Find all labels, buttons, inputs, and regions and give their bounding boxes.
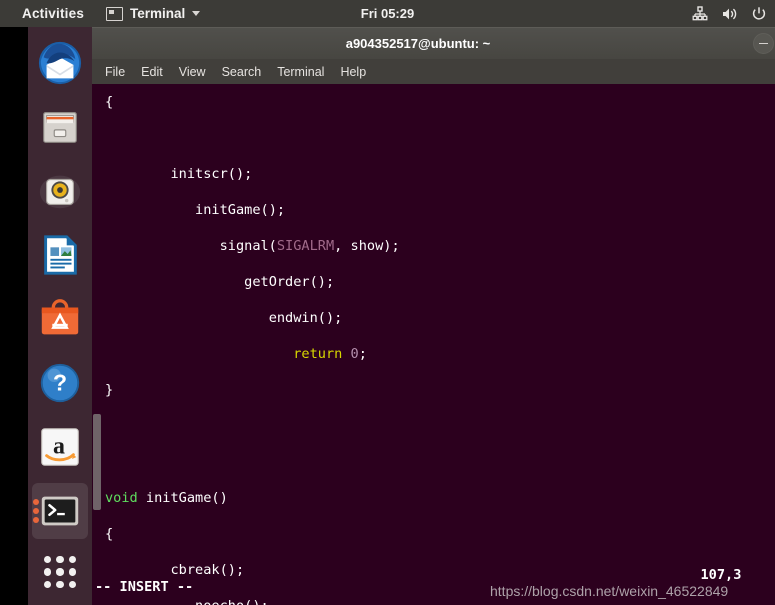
minimize-button[interactable] xyxy=(753,33,774,54)
terminal-line: getOrder(); xyxy=(105,264,775,300)
menu-view[interactable]: View xyxy=(172,62,213,82)
code-token: signal( xyxy=(219,238,277,254)
amazon-icon: a xyxy=(41,428,79,466)
menu-search[interactable]: Search xyxy=(215,62,269,82)
terminal-menu-bar: File Edit View Search Terminal Help xyxy=(92,59,775,84)
dock-item-ubuntu-software[interactable] xyxy=(32,291,88,347)
desktop-screen: Activities Terminal Fri 05:29 ? a a90435… xyxy=(0,0,775,605)
terminal-line: void initGame() xyxy=(105,480,775,516)
svg-text:?: ? xyxy=(53,370,67,396)
terminal-line: { xyxy=(105,84,775,120)
code-token: cbreak(); xyxy=(170,562,245,578)
show-applications-button[interactable] xyxy=(37,549,83,595)
terminal-body: { initscr(); initGame(); signal(SIGALRM,… xyxy=(92,84,775,605)
code-token: SIGALRM xyxy=(276,238,335,254)
vim-editor-text[interactable]: { initscr(); initGame(); signal(SIGALRM,… xyxy=(102,84,775,605)
code-token: endwin(); xyxy=(268,310,343,326)
scrollbar-thumb[interactable] xyxy=(93,414,101,510)
terminal-line: } xyxy=(105,372,775,408)
terminal-line: { xyxy=(105,516,775,552)
dock-item-libreoffice-impress[interactable] xyxy=(32,227,88,283)
dock-item-rhythmbox[interactable] xyxy=(32,163,88,219)
terminal-line: endwin(); xyxy=(105,300,775,336)
window-title-bar[interactable]: a904352517@ubuntu: ~ xyxy=(92,27,775,59)
window-title: a904352517@ubuntu: ~ xyxy=(345,36,491,51)
code-token: noecho(); xyxy=(195,598,269,605)
code-token: return xyxy=(293,346,351,362)
code-token: 0 xyxy=(350,346,359,362)
code-token: { xyxy=(105,94,114,110)
file-cabinet-icon xyxy=(43,112,77,143)
terminal-scrollbar[interactable] xyxy=(92,84,102,605)
dock-item-amazon[interactable]: a xyxy=(32,419,88,475)
dock-left-margin xyxy=(0,27,28,605)
clock-button[interactable]: Fri 05:29 xyxy=(0,6,775,21)
code-token: getOrder(); xyxy=(244,274,335,290)
dock-item-thunderbird[interactable] xyxy=(32,35,88,91)
code-token: initGame(); xyxy=(195,202,286,218)
volume-icon[interactable] xyxy=(721,6,738,22)
svg-text:a: a xyxy=(53,434,65,460)
running-indicator xyxy=(33,499,39,523)
gnome-top-bar: Activities Terminal Fri 05:29 xyxy=(0,0,775,27)
code-token: ; xyxy=(358,346,367,362)
code-token: void xyxy=(105,490,146,506)
system-status-area[interactable] xyxy=(692,0,767,27)
code-token: { xyxy=(105,526,114,542)
terminal-line: signal(SIGALRM, show); xyxy=(105,228,775,264)
vim-cursor-position: 107,3 xyxy=(700,567,742,583)
presentation-icon xyxy=(44,235,77,275)
dock-item-help[interactable]: ? xyxy=(32,355,88,411)
dock-item-terminal[interactable] xyxy=(32,483,88,539)
question-mark-icon: ? xyxy=(40,363,80,403)
menu-help[interactable]: Help xyxy=(333,62,373,82)
ubuntu-dock: ? a xyxy=(28,27,92,605)
menu-edit[interactable]: Edit xyxy=(134,62,170,82)
mail-icon xyxy=(38,41,82,85)
window-controls xyxy=(753,28,775,59)
menu-terminal[interactable]: Terminal xyxy=(270,62,331,82)
terminal-line: initscr(); xyxy=(105,156,775,192)
code-token: initGame() xyxy=(145,490,228,506)
code-token: , show); xyxy=(334,238,400,254)
code-token: initscr(); xyxy=(170,166,253,182)
vim-ruler-gap xyxy=(741,567,775,583)
terminal-line: return 0; xyxy=(105,336,775,372)
menu-file[interactable]: File xyxy=(98,62,132,82)
speaker-icon xyxy=(39,175,81,209)
terminal-line: initGame(); xyxy=(105,192,775,228)
dock-item-files[interactable] xyxy=(32,99,88,155)
terminal-prompt-icon xyxy=(41,496,79,526)
network-wired-icon[interactable] xyxy=(692,5,708,22)
code-token: } xyxy=(105,382,114,398)
vim-ruler: 107,3 Bo xyxy=(635,551,775,599)
power-icon[interactable] xyxy=(751,6,767,22)
terminal-window: a904352517@ubuntu: ~ File Edit View Sear… xyxy=(92,27,775,605)
software-bag-icon xyxy=(41,299,79,335)
